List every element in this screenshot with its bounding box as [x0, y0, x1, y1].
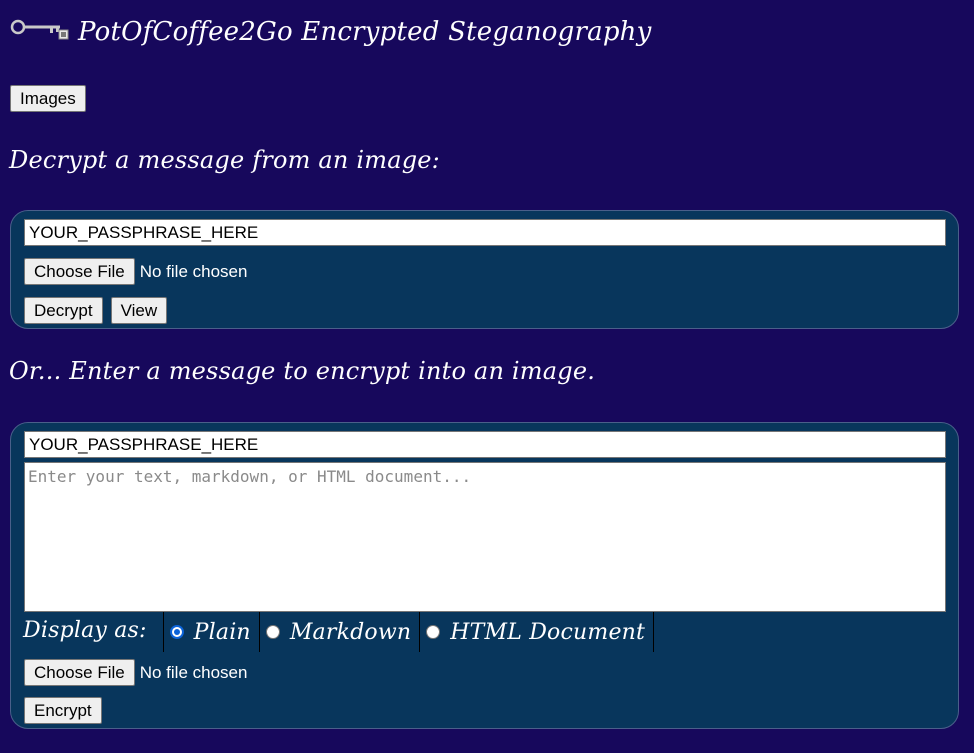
- display-as-options: Display as: Plain Markdown HTML Document: [23, 612, 655, 652]
- encrypt-choose-file-button[interactable]: Choose File: [24, 659, 135, 686]
- encrypt-heading: Or... Enter a message to encrypt into an…: [9, 357, 596, 385]
- message-textarea[interactable]: [24, 462, 946, 612]
- decrypt-button[interactable]: Decrypt: [24, 297, 103, 324]
- radio-html-document[interactable]: [426, 625, 441, 639]
- decrypt-panel: Choose File No file chosen Decrypt View: [10, 210, 959, 329]
- encrypt-file-picker: Choose File No file chosen: [24, 659, 247, 686]
- view-button[interactable]: View: [110, 297, 168, 324]
- decrypt-file-picker: Choose File No file chosen: [24, 258, 247, 285]
- display-as-label: Display as:: [23, 618, 147, 643]
- decrypt-heading: Decrypt a message from an image:: [9, 146, 440, 174]
- display-option-label: Markdown: [289, 619, 412, 645]
- display-option-plain[interactable]: Plain: [162, 612, 259, 652]
- key-icon: [10, 15, 70, 45]
- app-title: PotOfCoffee2Go Encrypted Steganography: [78, 17, 652, 47]
- radio-plain[interactable]: [169, 625, 184, 639]
- decrypt-choose-file-button[interactable]: Choose File: [24, 258, 135, 285]
- display-option-label: HTML Document: [450, 619, 646, 645]
- encrypt-actions: Encrypt: [24, 697, 110, 724]
- display-option-markdown[interactable]: Markdown: [258, 612, 419, 652]
- decrypt-file-status: No file chosen: [139, 261, 248, 281]
- decrypt-passphrase-input[interactable]: [24, 219, 946, 246]
- encrypt-file-status: No file chosen: [139, 662, 248, 682]
- encrypt-panel: Display as: Plain Markdown HTML Document…: [10, 422, 959, 729]
- app-header: PotOfCoffee2Go Encrypted Steganography: [10, 10, 652, 50]
- encrypt-button[interactable]: Encrypt: [24, 697, 102, 724]
- display-option-html[interactable]: HTML Document: [419, 612, 655, 652]
- decrypt-actions: Decrypt View: [24, 297, 175, 324]
- radio-markdown[interactable]: [265, 625, 280, 639]
- display-option-label: Plain: [193, 619, 251, 645]
- images-button[interactable]: Images: [10, 85, 86, 112]
- encrypt-passphrase-input[interactable]: [24, 431, 946, 458]
